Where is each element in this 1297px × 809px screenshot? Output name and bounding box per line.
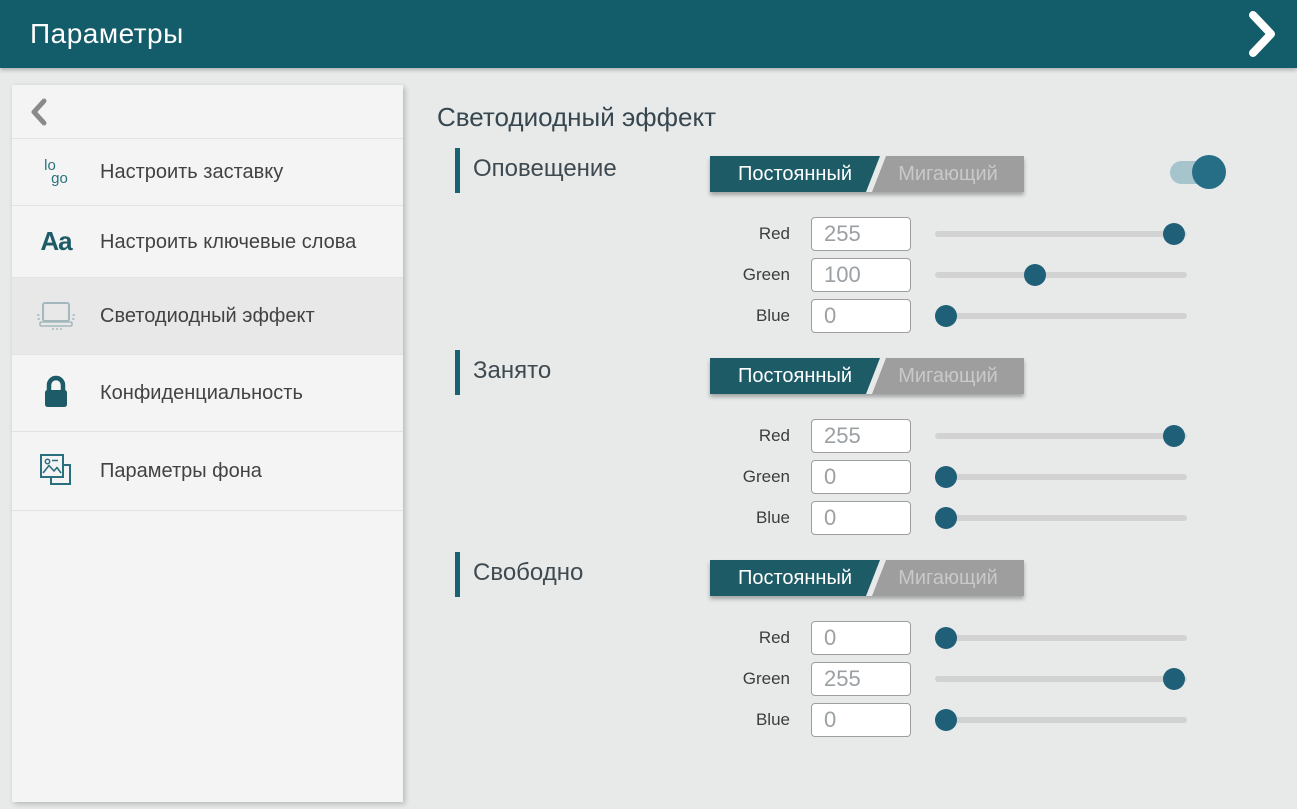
rgb-row-green: Green bbox=[437, 662, 1297, 696]
blue-label: Blue bbox=[437, 710, 790, 730]
green-slider-thumb[interactable] bbox=[1163, 668, 1185, 690]
section-name: Занято bbox=[473, 350, 551, 395]
back-chevron-icon bbox=[30, 98, 48, 126]
red-slider-thumb[interactable] bbox=[1163, 425, 1185, 447]
sidebar-item-background[interactable]: Параметры фона bbox=[12, 432, 403, 510]
slider-track bbox=[935, 313, 1187, 319]
sidebar-item-splash-screen[interactable]: lo go Настроить заставку bbox=[12, 139, 403, 205]
green-slider-thumb[interactable] bbox=[1024, 264, 1046, 286]
rgb-row-blue: Blue bbox=[437, 501, 1297, 535]
sidebar-item-led-effect[interactable]: Светодиодный эффект bbox=[12, 278, 403, 354]
rgb-row-blue: Blue bbox=[437, 703, 1297, 737]
slider-track bbox=[935, 676, 1187, 682]
blue-slider[interactable] bbox=[935, 703, 1187, 737]
green-label: Green bbox=[437, 265, 790, 285]
forward-chevron-icon[interactable] bbox=[1245, 11, 1279, 57]
rgb-row-red: Red bbox=[437, 621, 1297, 655]
section-name: Свободно bbox=[473, 552, 583, 597]
blue-slider-thumb[interactable] bbox=[935, 507, 957, 529]
blue-slider[interactable] bbox=[935, 299, 1187, 333]
slider-track bbox=[935, 474, 1187, 480]
slider-track bbox=[935, 433, 1187, 439]
mode-segmented-control: Постоянный Мигающий bbox=[710, 358, 1024, 394]
red-slider[interactable] bbox=[935, 419, 1187, 453]
lock-icon bbox=[34, 375, 78, 411]
section-accent-bar bbox=[455, 350, 460, 395]
mode-segmented-control: Постоянный Мигающий bbox=[710, 156, 1024, 192]
section-accent-bar bbox=[455, 148, 460, 193]
rgb-row-green: Green bbox=[437, 460, 1297, 494]
slider-track bbox=[935, 635, 1187, 641]
green-slider[interactable] bbox=[935, 662, 1187, 696]
app-header: Параметры bbox=[0, 0, 1297, 68]
section-name: Оповещение bbox=[473, 148, 617, 193]
toggle-knob[interactable] bbox=[1192, 155, 1226, 189]
mode-segmented-control: Постоянный Мигающий bbox=[710, 560, 1024, 596]
slider-track bbox=[935, 515, 1187, 521]
section-accent-bar bbox=[455, 552, 460, 597]
mode-solid-button[interactable]: Постоянный bbox=[710, 156, 880, 192]
red-slider[interactable] bbox=[935, 621, 1187, 655]
content-title: Светодиодный эффект bbox=[437, 102, 716, 133]
red-slider[interactable] bbox=[935, 217, 1187, 251]
slider-track bbox=[935, 231, 1187, 237]
red-slider-thumb[interactable] bbox=[1163, 223, 1185, 245]
rgb-row-blue: Blue bbox=[437, 299, 1297, 333]
green-label: Green bbox=[437, 467, 790, 487]
blue-slider[interactable] bbox=[935, 501, 1187, 535]
blue-label: Blue bbox=[437, 306, 790, 326]
blue-slider-thumb[interactable] bbox=[935, 709, 957, 731]
sidebar-item-privacy[interactable]: Конфиденциальность bbox=[12, 355, 403, 431]
sidebar-item-label: Настроить заставку bbox=[100, 159, 283, 185]
rgb-row-green: Green bbox=[437, 258, 1297, 292]
blue-label: Blue bbox=[437, 508, 790, 528]
settings-page: Параметры lo go Настроить заставку bbox=[0, 0, 1297, 809]
blue-input[interactable] bbox=[811, 299, 911, 333]
slider-track bbox=[935, 717, 1187, 723]
sidebar-item-label: Параметры фона bbox=[100, 458, 262, 484]
red-slider-thumb[interactable] bbox=[935, 627, 957, 649]
sidebar-divider bbox=[12, 510, 403, 511]
red-input[interactable] bbox=[811, 217, 911, 251]
led-screen-icon bbox=[34, 298, 78, 334]
green-slider-thumb[interactable] bbox=[935, 466, 957, 488]
green-slider[interactable] bbox=[935, 460, 1187, 494]
rgb-row-red: Red bbox=[437, 419, 1297, 453]
sidebar-item-label: Конфиденциальность bbox=[100, 380, 303, 406]
slider-track bbox=[935, 272, 1187, 278]
mode-blinking-button[interactable]: Мигающий bbox=[872, 358, 1024, 394]
rgb-rows: Red Green Blue bbox=[437, 621, 1297, 744]
red-input[interactable] bbox=[811, 419, 911, 453]
red-input[interactable] bbox=[811, 621, 911, 655]
green-input[interactable] bbox=[811, 460, 911, 494]
blue-slider-thumb[interactable] bbox=[935, 305, 957, 327]
green-input[interactable] bbox=[811, 662, 911, 696]
blue-input[interactable] bbox=[811, 703, 911, 737]
sidebar-item-keywords[interactable]: Aa Настроить ключевые слова bbox=[12, 206, 403, 277]
logo-icon: lo go bbox=[34, 159, 78, 185]
mode-solid-button[interactable]: Постоянный bbox=[710, 560, 880, 596]
rgb-rows: Red Green Blue bbox=[437, 217, 1297, 340]
sidebar-item-label: Светодиодный эффект bbox=[100, 303, 315, 329]
red-label: Red bbox=[437, 224, 790, 244]
red-label: Red bbox=[437, 426, 790, 446]
green-input[interactable] bbox=[811, 258, 911, 292]
mode-blinking-button[interactable]: Мигающий bbox=[872, 560, 1024, 596]
page-title: Параметры bbox=[30, 18, 184, 50]
rgb-row-red: Red bbox=[437, 217, 1297, 251]
rgb-rows: Red Green Blue bbox=[437, 419, 1297, 542]
blue-input[interactable] bbox=[811, 501, 911, 535]
notification-toggle-switch[interactable] bbox=[1170, 155, 1228, 189]
green-slider[interactable] bbox=[935, 258, 1187, 292]
background-images-icon bbox=[34, 452, 78, 490]
keywords-icon: Aa bbox=[34, 226, 78, 257]
mode-blinking-button[interactable]: Мигающий bbox=[872, 156, 1024, 192]
mode-solid-button[interactable]: Постоянный bbox=[710, 358, 880, 394]
sidebar-item-label: Настроить ключевые слова bbox=[100, 229, 356, 255]
back-button[interactable] bbox=[12, 85, 403, 138]
sidebar: lo go Настроить заставку Aa Настроить кл… bbox=[12, 85, 403, 802]
red-label: Red bbox=[437, 628, 790, 648]
green-label: Green bbox=[437, 669, 790, 689]
